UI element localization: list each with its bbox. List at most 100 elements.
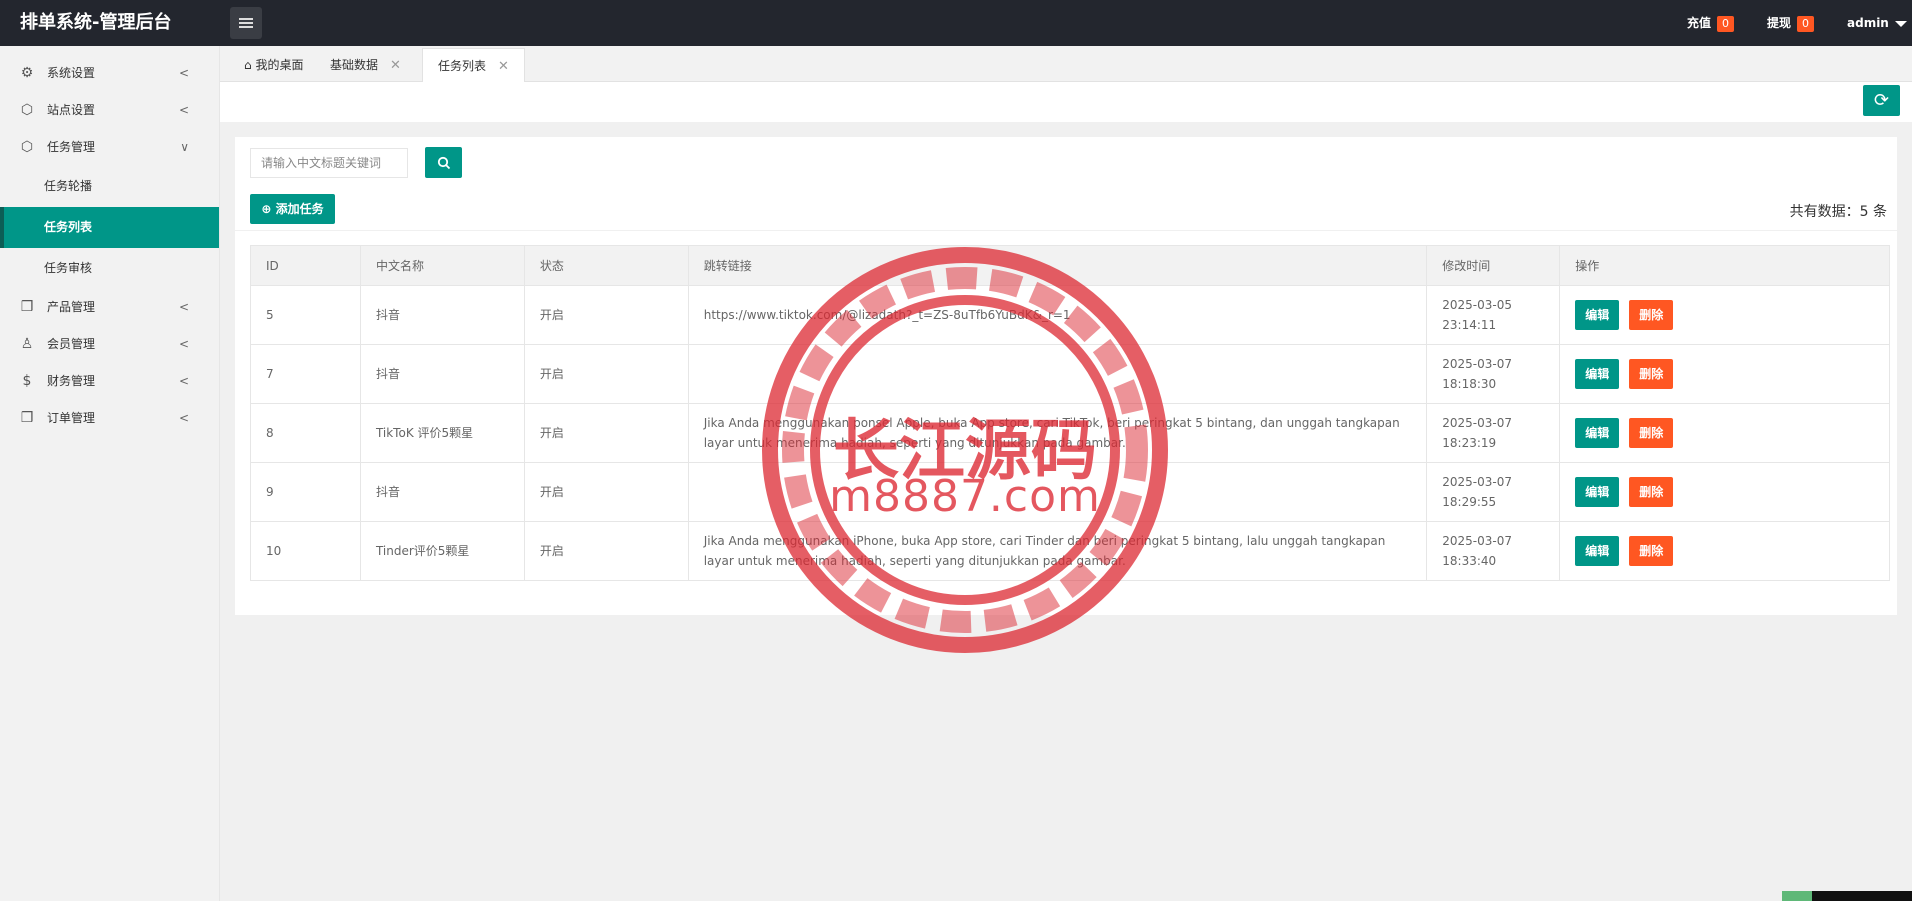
cell-actions: 编辑 删除	[1559, 344, 1890, 404]
table-row: 9 抖音 开启 2025-03-07 18:29:55 编辑 删除	[250, 462, 1890, 522]
cell-time: 2025-03-07 18:18:30	[1426, 344, 1561, 404]
tab-bar: ⌂ 我的桌面 基础数据 ✕ 任务列表 ✕	[220, 46, 1912, 82]
search-icon	[437, 156, 450, 169]
edit-button[interactable]: 编辑	[1575, 536, 1620, 566]
gear-icon: ⚙	[20, 65, 34, 81]
task-icon: ⬡	[20, 139, 34, 155]
search-input[interactable]	[250, 148, 408, 178]
cell-actions: 编辑 删除	[1559, 462, 1890, 522]
refresh-button[interactable]: ⟳	[1863, 85, 1900, 116]
cell-link	[687, 344, 1428, 404]
sidebar-item-finance-management[interactable]: $ 财务管理 <	[0, 363, 219, 400]
cell-time: 2025-03-07 18:29:55	[1426, 462, 1561, 522]
close-icon[interactable]: ✕	[390, 58, 401, 73]
chevron-left-icon: <	[178, 411, 189, 425]
withdraw-label: 提现	[1767, 16, 1792, 30]
chevron-left-icon: <	[178, 66, 189, 80]
content-card: ⊕ 添加任务 共有数据：5 条 ID 中文名称 状态 跳转链接 修改时间 操作 …	[235, 137, 1897, 615]
cell-link: Jika Anda menggunakan ponsel Apple, buka…	[687, 403, 1428, 463]
top-header: 排单系统-管理后台 充值 0 提现 0 admin	[0, 0, 1912, 46]
sidebar-item-site-settings[interactable]: ⬡ 站点设置 <	[0, 92, 219, 129]
total-count: 共有数据：5 条	[1789, 204, 1887, 220]
hamburger-icon	[239, 18, 253, 28]
sidebar-item-product-management[interactable]: ❒ 产品管理 <	[0, 289, 219, 326]
sidebar-item-order-management[interactable]: ❒ 订单管理 <	[0, 400, 219, 437]
user-menu[interactable]: admin	[1847, 0, 1907, 46]
cell-id: 9	[250, 462, 361, 522]
delete-button[interactable]: 删除	[1629, 536, 1674, 566]
sidebar-subitem-task-list[interactable]: 任务列表	[0, 207, 219, 248]
cell-actions: 编辑 删除	[1559, 403, 1890, 463]
add-task-button[interactable]: ⊕ 添加任务	[250, 194, 335, 224]
recharge-link[interactable]: 充值 0	[1687, 0, 1735, 46]
tab-label: 我的桌面	[255, 58, 304, 72]
sidebar-item-label: 任务管理	[47, 140, 96, 154]
close-icon[interactable]: ✕	[498, 59, 509, 74]
cell-name: 抖音	[359, 462, 525, 522]
sidebar-item-label: 产品管理	[47, 300, 96, 314]
cell-status: 开启	[523, 462, 689, 522]
col-header-link: 跳转链接	[687, 245, 1428, 286]
caret-down-icon	[1894, 20, 1907, 27]
username: admin	[1847, 16, 1889, 30]
col-header-status: 状态	[523, 245, 689, 286]
cell-id: 8	[250, 403, 361, 463]
edit-button[interactable]: 编辑	[1575, 300, 1620, 330]
edit-button[interactable]: 编辑	[1575, 418, 1620, 448]
sidebar-subitem-task-carousel[interactable]: 任务轮播	[0, 166, 219, 207]
cell-time: 2025-03-07 18:23:19	[1426, 403, 1561, 463]
task-table: ID 中文名称 状态 跳转链接 修改时间 操作 5 抖音 开启 https://…	[250, 245, 1890, 581]
table-row: 10 Tinder评价5颗星 开启 Jika Anda menggunakan …	[250, 521, 1890, 581]
sidebar-subitem-task-review[interactable]: 任务审核	[0, 248, 219, 289]
cell-status: 开启	[523, 521, 689, 581]
delete-button[interactable]: 删除	[1629, 300, 1674, 330]
cell-status: 开启	[523, 344, 689, 404]
divider	[235, 230, 1897, 231]
cell-name: 抖音	[359, 344, 525, 404]
tab-my-desktop[interactable]: ⌂ 我的桌面	[234, 48, 313, 82]
delete-button[interactable]: 删除	[1629, 418, 1674, 448]
app-title: 排单系统-管理后台	[20, 12, 172, 33]
col-header-time: 修改时间	[1426, 245, 1561, 286]
cell-name: TikToK 评价5颗星	[359, 403, 525, 463]
chevron-left-icon: <	[178, 103, 189, 117]
cell-status: 开启	[523, 403, 689, 463]
withdraw-link[interactable]: 提现 0	[1767, 0, 1815, 46]
col-header-actions: 操作	[1559, 245, 1890, 286]
refresh-icon: ⟳	[1873, 90, 1890, 111]
tab-task-list[interactable]: 任务列表 ✕	[422, 48, 525, 82]
delete-button[interactable]: 删除	[1629, 477, 1674, 507]
chevron-left-icon: <	[178, 300, 189, 314]
sidebar-item-label: 财务管理	[47, 374, 96, 388]
user-icon: ♙	[20, 336, 34, 352]
table-row: 7 抖音 开启 2025-03-07 18:18:30 编辑 删除	[250, 344, 1890, 404]
dollar-icon: $	[22, 373, 32, 389]
cell-status: 开启	[523, 285, 689, 345]
menu-toggle-button[interactable]	[230, 7, 262, 39]
order-icon: ❒	[20, 410, 34, 426]
withdraw-badge: 0	[1797, 15, 1815, 32]
recharge-badge: 0	[1717, 15, 1735, 32]
sidebar-item-label: 会员管理	[47, 337, 96, 351]
sidebar-item-task-management[interactable]: ⬡ 任务管理 ∨	[0, 129, 219, 166]
corner-widget	[1812, 891, 1912, 901]
edit-button[interactable]: 编辑	[1575, 359, 1620, 389]
tab-label: 任务列表	[438, 59, 487, 73]
table-row: 5 抖音 开启 https://www.tiktok.com/@lizadath…	[250, 285, 1890, 345]
sidebar-item-member-management[interactable]: ♙ 会员管理 <	[0, 326, 219, 363]
sidebar-item-system-settings[interactable]: ⚙ 系统设置 <	[0, 55, 219, 92]
cell-id: 7	[250, 344, 361, 404]
search-button[interactable]	[425, 147, 462, 178]
cell-link	[687, 462, 1428, 522]
recharge-label: 充值	[1687, 16, 1712, 30]
chevron-left-icon: <	[178, 337, 189, 351]
chevron-left-icon: <	[178, 374, 189, 388]
tab-basic-data[interactable]: 基础数据 ✕	[320, 48, 411, 82]
edit-button[interactable]: 编辑	[1575, 477, 1620, 507]
chevron-down-icon: ∨	[180, 140, 189, 154]
cell-name: 抖音	[359, 285, 525, 345]
col-header-name: 中文名称	[359, 245, 525, 286]
delete-button[interactable]: 删除	[1629, 359, 1674, 389]
sidebar-item-label: 系统设置	[47, 66, 96, 80]
cell-time: 2025-03-05 23:14:11	[1426, 285, 1561, 345]
